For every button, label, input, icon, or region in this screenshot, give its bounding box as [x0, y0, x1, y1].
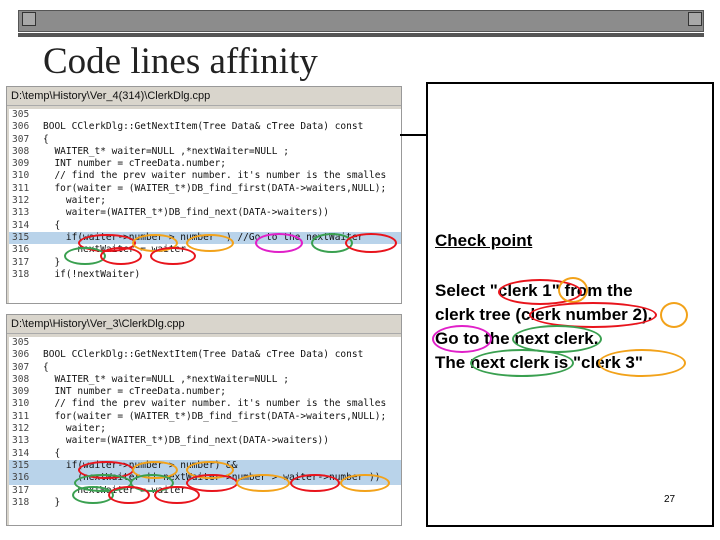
code-line[interactable]: 315 if(waiter->number > number) && — [9, 459, 401, 473]
line-number: 310 — [12, 398, 30, 410]
code-line[interactable]: 305 — [9, 337, 401, 349]
code-line[interactable]: 313 waiter=(WAITER_t*)DB_find_next(DATA-… — [9, 207, 401, 219]
line-number: 317 — [12, 484, 30, 496]
line-number: 315 — [12, 231, 30, 243]
file-path: D:\temp\History\Ver_4(314)\ClerkDlg.cpp — [7, 87, 401, 106]
code-line[interactable]: 314 { — [9, 220, 401, 232]
check-point-line: Select "clerk 1" from the — [435, 281, 633, 300]
code-line[interactable]: 311 for(waiter = (WAITER_t*)DB_find_firs… — [9, 183, 401, 195]
code-text: INT number = cTreeData.number; — [43, 158, 227, 170]
line-number: 311 — [12, 182, 30, 194]
code-line[interactable]: 315 if(waiter->number > number ) //Go to… — [9, 231, 401, 245]
code-line[interactable]: 312 waiter; — [9, 195, 401, 207]
line-number: 314 — [12, 447, 30, 459]
code-line[interactable]: 309 INT number = cTreeData.number; — [9, 158, 401, 170]
line-number: 305 — [12, 337, 30, 348]
code-text: // find the prev waiter number. it's num… — [43, 398, 387, 410]
check-point-line: clerk tree (clerk number 2). — [435, 305, 653, 324]
line-number: 305 — [12, 109, 30, 120]
code-text: nextWaiter = waiter — [43, 244, 186, 256]
line-number: 309 — [12, 386, 30, 398]
line-number: 316 — [12, 244, 30, 256]
code-text: for(waiter = (WAITER_t*)DB_find_first(DA… — [43, 182, 387, 194]
code-line[interactable]: 316 (nextWaiter || nextWaiter->number > … — [9, 472, 401, 485]
line-number: 310 — [12, 170, 30, 182]
code-line[interactable]: 310 // find the prev waiter number. it's… — [9, 170, 401, 182]
code-line[interactable]: 318 } — [9, 497, 401, 509]
line-number: 306 — [12, 349, 30, 361]
code-text: { — [43, 219, 61, 231]
line-number: 312 — [12, 195, 30, 207]
code-editor[interactable]: 305 306 BOOL CClerkDlg::GetNextItem(Tree D… — [9, 337, 401, 525]
code-line[interactable]: 316 nextWaiter = waiter — [9, 244, 401, 256]
line-number: 307 — [12, 361, 30, 373]
check-point-line: Go to the next clerk. — [435, 329, 599, 348]
code-line[interactable]: 312 waiter; — [9, 423, 401, 435]
code-line[interactable]: 306 BOOL CClerkDlg::GetNextItem(Tree Data… — [9, 349, 401, 361]
code-text: nextWaiter = waiter — [43, 484, 186, 496]
code-text: // find the prev waiter number. it's num… — [43, 170, 387, 182]
code-line[interactable]: 317 } — [9, 257, 401, 269]
code-line[interactable]: 314 { — [9, 448, 401, 460]
code-line[interactable]: 317 nextWaiter = waiter — [9, 485, 401, 497]
title-underline-decoration — [18, 33, 704, 37]
code-text: { — [43, 361, 49, 373]
code-text: waiter; — [43, 195, 106, 207]
code-text: BOOL CClerkDlg::GetNextItem(Tree Data& c… — [43, 349, 364, 361]
line-number: 316 — [12, 472, 30, 484]
code-text: } — [43, 496, 61, 508]
code-line[interactable]: 306 BOOL CClerkDlg::GetNextItem(Tree Data… — [9, 121, 401, 133]
code-line[interactable]: 318 if(!nextWaiter) — [9, 269, 401, 281]
code-text: if(waiter->number > number) && — [43, 459, 238, 471]
code-text: if(waiter->number > number ) //Go to the… — [43, 231, 364, 243]
line-number: 313 — [12, 207, 30, 219]
code-line[interactable]: 305 — [9, 109, 401, 121]
code-text: waiter; — [43, 423, 106, 435]
line-number: 318 — [12, 268, 30, 280]
code-line[interactable]: 308 WAITER_t* waiter=NULL ,*nextWaiter=N… — [9, 146, 401, 158]
code-line[interactable]: 307 { — [9, 362, 401, 374]
title-bar-decoration — [18, 10, 704, 32]
code-line[interactable]: 311 for(waiter = (WAITER_t*)DB_find_firs… — [9, 411, 401, 423]
code-text: WAITER_t* waiter=NULL ,*nextWaiter=NULL … — [43, 373, 289, 385]
check-point-title: Check point — [435, 231, 533, 250]
line-number: 313 — [12, 435, 30, 447]
code-text: } — [43, 256, 61, 268]
line-number: 314 — [12, 219, 30, 231]
line-number: 307 — [12, 133, 30, 145]
file-path: D:\temp\History\Ver_3\ClerkDlg.cpp — [7, 315, 401, 334]
code-line[interactable]: 309 INT number = cTreeData.number; — [9, 386, 401, 398]
code-panel-ver3[interactable]: D:\temp\History\Ver_3\ClerkDlg.cpp 305 30… — [6, 314, 402, 526]
line-number: 308 — [12, 145, 30, 157]
code-text: WAITER_t* waiter=NULL ,*nextWaiter=NULL … — [43, 145, 289, 157]
code-text: waiter=(WAITER_t*)DB_find_next(DATA->wai… — [43, 207, 329, 219]
check-point-line: The next clerk is "clerk 3" — [435, 353, 643, 372]
slide-title: Code lines affinity — [43, 41, 318, 82]
line-number: 315 — [12, 459, 30, 471]
code-text: for(waiter = (WAITER_t*)DB_find_first(DA… — [43, 410, 387, 422]
line-number: 312 — [12, 423, 30, 435]
code-text: INT number = cTreeData.number; — [43, 386, 227, 398]
page-number: 27 — [664, 494, 676, 505]
code-line[interactable]: 307 { — [9, 134, 401, 146]
code-editor[interactable]: 305 306 BOOL CClerkDlg::GetNextItem(Tree D… — [9, 109, 401, 303]
line-number: 311 — [12, 410, 30, 422]
line-number: 306 — [12, 121, 30, 133]
line-number: 309 — [12, 158, 30, 170]
code-text: { — [43, 133, 49, 145]
corner-square-right — [688, 12, 702, 26]
code-text: waiter=(WAITER_t*)DB_find_next(DATA->wai… — [43, 435, 329, 447]
line-number: 317 — [12, 256, 30, 268]
code-line[interactable]: 313 waiter=(WAITER_t*)DB_find_next(DATA-… — [9, 435, 401, 447]
code-text: if(!nextWaiter) — [43, 268, 141, 280]
code-text: { — [43, 447, 61, 459]
code-text: (nextWaiter || nextWaiter->number > wait… — [43, 472, 381, 484]
line-number: 318 — [12, 496, 30, 508]
code-line[interactable]: 308 WAITER_t* waiter=NULL ,*nextWaiter=N… — [9, 374, 401, 386]
line-number: 308 — [12, 373, 30, 385]
code-line[interactable]: 310 // find the prev waiter number. it's… — [9, 398, 401, 410]
code-panel-ver4[interactable]: D:\temp\History\Ver_4(314)\ClerkDlg.cpp … — [6, 86, 402, 304]
code-text: BOOL CClerkDlg::GetNextItem(Tree Data& c… — [43, 121, 364, 133]
corner-square-left — [22, 12, 36, 26]
